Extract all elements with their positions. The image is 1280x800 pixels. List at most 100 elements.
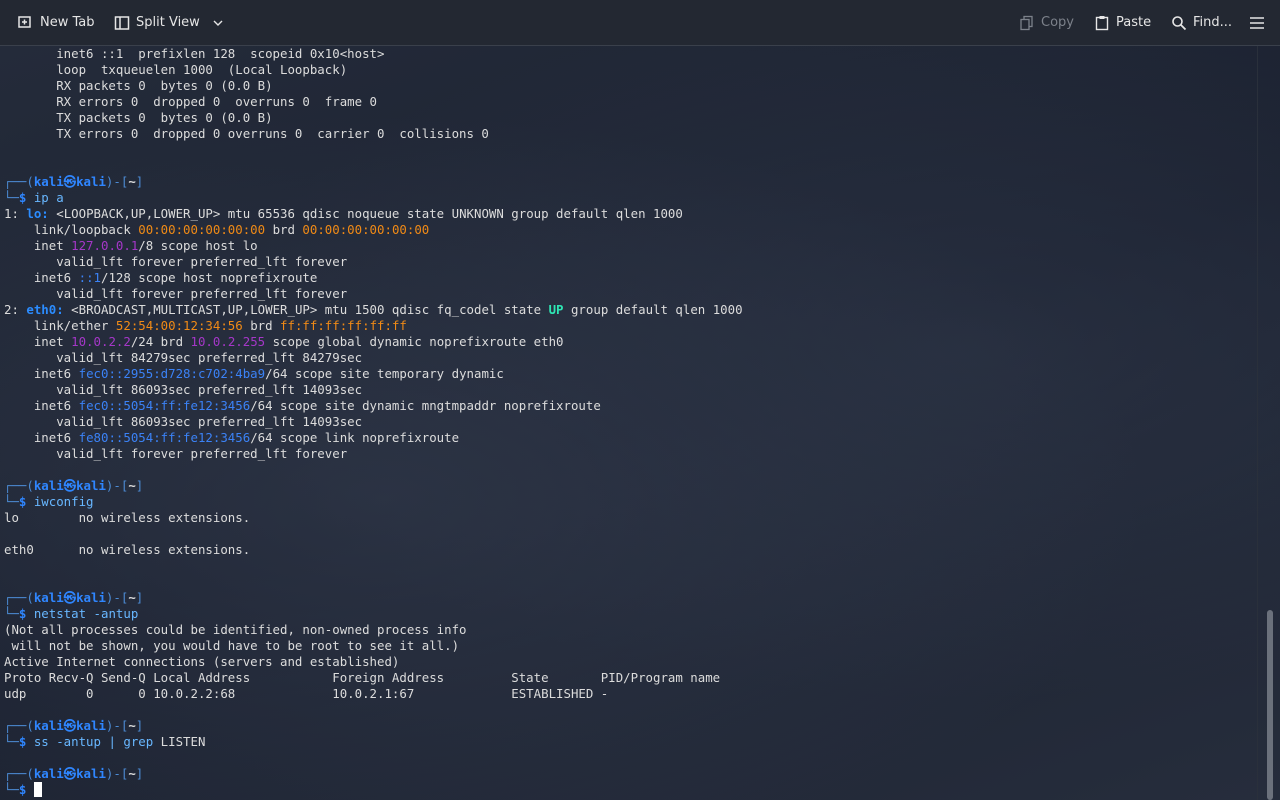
terminal-line: valid_lft 86093sec preferred_lft 14093se… xyxy=(4,414,1254,430)
terminal-text-segment: inet6 xyxy=(4,366,79,381)
terminal-text-segment: inet6 xyxy=(4,270,79,285)
split-view-button[interactable]: Split View xyxy=(114,0,224,45)
terminal-text-segment: brd xyxy=(265,222,303,237)
terminal-text-segment: iwconfig xyxy=(33,494,94,509)
terminal-text-segment: $ xyxy=(18,782,34,797)
terminal-text-segment: fe80::5054:ff:fe12:3456 xyxy=(78,430,251,445)
terminal-text-segment: 1: xyxy=(4,206,27,221)
terminal-text-segment: └─ xyxy=(4,494,19,509)
paste-label: Paste xyxy=(1116,15,1152,30)
terminal-text-segment: )-[ xyxy=(105,766,129,781)
text-cursor xyxy=(33,782,42,797)
find-button[interactable]: Find... xyxy=(1171,0,1232,45)
terminal-text-segment: ] xyxy=(135,590,144,605)
terminal-text-segment: valid_lft 86093sec preferred_lft 14093se… xyxy=(4,414,363,429)
terminal-line: will not be shown, you would have to be … xyxy=(4,638,1254,654)
terminal-line: inet6 fe80::5054:ff:fe12:3456/64 scope l… xyxy=(4,430,1254,446)
terminal-text-segment: ┌──( xyxy=(4,174,34,189)
terminal-text-segment: <LOOPBACK,UP,LOWER_UP> mtu 65536 qdisc n… xyxy=(56,206,683,221)
terminal-text-segment: /64 scope site dynamic mngtmpaddr nopref… xyxy=(250,398,601,413)
terminal-line: └─$ ip a xyxy=(4,190,1254,206)
terminal-line: loop txqueuelen 1000 (Local Loopback) xyxy=(4,62,1254,78)
terminal-text-segment: ┌──( xyxy=(4,478,34,493)
terminal-text-segment: eth0: xyxy=(26,302,72,317)
terminal-text-segment: TX packets 0 bytes 0 (0.0 B) xyxy=(4,110,273,125)
terminal-text-segment: group default qlen 1000 xyxy=(563,302,743,317)
terminal-line: ┌──(kali㉿kali)-[~] xyxy=(4,766,1254,782)
terminal-line: inet6 ::1 prefixlen 128 scopeid 0x10<hos… xyxy=(4,46,1254,62)
terminal-text-segment: valid_lft forever preferred_lft forever xyxy=(4,446,348,461)
terminal-text-segment: └─ xyxy=(4,190,19,205)
terminal-text-segment: eth0 no wireless extensions. xyxy=(4,542,251,557)
find-label: Find... xyxy=(1193,15,1233,30)
terminal-line: valid_lft forever preferred_lft forever xyxy=(4,254,1254,270)
paste-button[interactable]: Paste xyxy=(1094,0,1151,45)
terminal-line: 2: eth0: <BROADCAST,MULTICAST,UP,LOWER_U… xyxy=(4,302,1254,318)
terminal-text-segment: inet6 ::1 prefixlen 128 scopeid 0x10<hos… xyxy=(4,46,385,61)
terminal-text-segment: kali㉿kali xyxy=(33,478,106,493)
new-tab-icon xyxy=(18,15,34,31)
terminal-text-segment: grep xyxy=(123,734,154,749)
terminal-text-segment: Proto Recv-Q Send-Q Local Address Foreig… xyxy=(4,670,721,685)
search-icon xyxy=(1171,15,1187,31)
terminal-line: Active Internet connections (servers and… xyxy=(4,654,1254,670)
terminal-line: ┌──(kali㉿kali)-[~] xyxy=(4,590,1254,606)
terminal-text-segment: kali㉿kali xyxy=(33,766,106,781)
terminal-line: udp 0 0 10.0.2.2:68 10.0.2.1:67 ESTABLIS… xyxy=(4,686,1254,702)
terminal-text-segment: )-[ xyxy=(105,174,129,189)
terminal-scrollbar[interactable] xyxy=(1267,46,1273,800)
terminal-text-segment: ] xyxy=(135,174,144,189)
terminal-text-segment: udp 0 0 10.0.2.2:68 10.0.2.1:67 ESTABLIS… xyxy=(4,686,609,701)
terminal-output[interactable]: inet6 ::1 prefixlen 128 scopeid 0x10<hos… xyxy=(4,46,1254,800)
terminal-text-segment: fec0::2955:d728:c702:4ba9 xyxy=(78,366,266,381)
terminal-line: ┌──(kali㉿kali)-[~] xyxy=(4,478,1254,494)
chevron-down-icon[interactable] xyxy=(212,17,224,29)
terminal-edge-divider xyxy=(1257,46,1258,800)
terminal-text-segment: kali㉿kali xyxy=(33,590,106,605)
terminal-text-segment: RX packets 0 bytes 0 (0.0 B) xyxy=(4,78,273,93)
terminal-text-segment: LISTEN xyxy=(153,734,206,749)
terminal-text-segment: ┌──( xyxy=(4,590,34,605)
terminal-text-segment: ~ xyxy=(128,766,136,781)
terminal-text-segment: ┌──( xyxy=(4,718,34,733)
terminal-text-segment: $ xyxy=(18,190,34,205)
terminal-line: 1: lo: <LOOPBACK,UP,LOWER_UP> mtu 65536 … xyxy=(4,206,1254,222)
terminal-text-segment: /24 brd xyxy=(130,334,191,349)
terminal-text-segment: ] xyxy=(135,478,144,493)
terminal-text-segment: ┌──( xyxy=(4,766,34,781)
copy-icon xyxy=(1019,15,1035,31)
terminal-text-segment: (Not all processes could be identified, … xyxy=(4,622,467,637)
terminal-text-segment: $ xyxy=(18,734,34,749)
hamburger-menu-icon xyxy=(1249,15,1265,31)
terminal-text-segment: ~ xyxy=(128,590,136,605)
hamburger-menu-button[interactable] xyxy=(1249,0,1265,45)
scrollbar-thumb[interactable] xyxy=(1267,610,1273,800)
terminal-text-segment: brd xyxy=(242,318,281,333)
terminal-text-segment: └─ xyxy=(4,734,19,749)
terminal-text-segment: lo no wireless extensions. xyxy=(4,510,251,525)
terminal-text-segment: valid_lft 86093sec preferred_lft 14093se… xyxy=(4,382,363,397)
terminal-line: inet6 fec0::2955:d728:c702:4ba9/64 scope… xyxy=(4,366,1254,382)
terminal-text-segment: lo: xyxy=(26,206,57,221)
terminal-text-segment: Active Internet connections (servers and… xyxy=(4,654,400,669)
terminal-text-segment: 10.0.2.255 xyxy=(190,334,266,349)
terminal-text-segment: will not be shown, you would have to be … xyxy=(4,638,460,653)
new-tab-button[interactable]: New Tab xyxy=(18,0,95,45)
copy-button[interactable]: Copy xyxy=(1019,0,1074,45)
terminal-text-segment: ] xyxy=(135,766,144,781)
terminal-line: RX packets 0 bytes 0 (0.0 B) xyxy=(4,78,1254,94)
terminal-text-segment: ~ xyxy=(128,174,136,189)
terminal-text-segment: inet6 xyxy=(4,430,79,445)
copy-label: Copy xyxy=(1041,15,1074,30)
terminal-text-segment: kali㉿kali xyxy=(33,718,106,733)
terminal-text-segment: /64 scope link noprefixroute xyxy=(250,430,460,445)
terminal-line: link/loopback 00:00:00:00:00:00 brd 00:0… xyxy=(4,222,1254,238)
terminal-line: valid_lft forever preferred_lft forever xyxy=(4,286,1254,302)
terminal-text-segment: inet xyxy=(4,238,72,253)
terminal-text-segment: netstat -antup xyxy=(33,606,139,621)
